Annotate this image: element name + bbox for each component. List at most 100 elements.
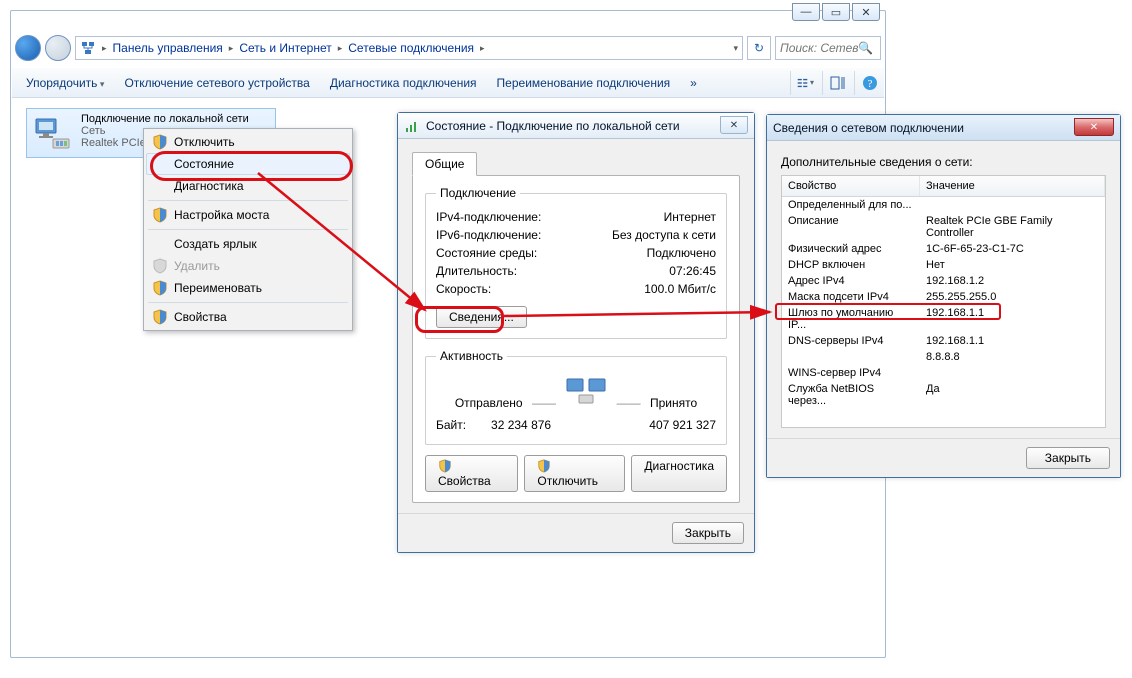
speed-label: Скорость: [436,282,491,296]
table-row[interactable]: Определенный для по... [782,197,1105,213]
value-cell: 255.255.255.0 [920,290,1105,304]
close-button[interactable]: Закрыть [1026,447,1110,469]
close-button[interactable]: ✕ [852,3,880,21]
property-cell: Физический адрес [782,242,920,256]
menu-rename[interactable]: Переименовать [146,277,350,299]
property-cell [782,350,920,364]
value-cell: Realtek PCIe GBE Family Controller [920,214,1105,240]
header-property: Свойство [782,176,920,196]
menu-delete: Удалить [146,255,350,277]
connection-name: Подключение по локальной сети [81,113,249,125]
properties-button[interactable]: Свойства [425,455,518,492]
status-dialog: Состояние - Подключение по локальной сет… [397,112,755,553]
value-cell [920,366,1105,380]
table-row[interactable]: WINS-сервер IPv4 [782,365,1105,381]
monitors-icon [565,377,607,407]
details-titlebar: Сведения о сетевом подключении ✕ [767,115,1120,141]
menu-shortcut[interactable]: Создать ярлык [146,233,350,255]
table-row[interactable]: DHCP включенНет [782,257,1105,273]
table-row[interactable]: Адрес IPv4192.168.1.2 [782,273,1105,289]
table-row[interactable]: 8.8.8.8 [782,349,1105,365]
chevron-right-icon: ▸ [338,43,343,54]
chevron-right-icon: ▸ [480,43,485,54]
table-row[interactable]: Физический адрес1C-6F-65-23-C1-7C [782,241,1105,257]
duration-value: 07:26:45 [669,264,716,278]
value-cell: 8.8.8.8 [920,350,1105,364]
table-row[interactable]: DNS-серверы IPv4192.168.1.1 [782,333,1105,349]
diagnose-button[interactable]: Диагностика подключения [322,73,485,93]
table-row[interactable]: ОписаниеRealtek PCIe GBE Family Controll… [782,213,1105,241]
bytes-label: Байт: [436,418,466,432]
property-cell: WINS-сервер IPv4 [782,366,920,380]
ipv4-value: Интернет [664,210,716,224]
disable-button[interactable]: Отключить [524,455,625,492]
menu-separator [148,302,348,303]
property-cell: Шлюз по умолчанию IP... [782,306,920,332]
status-title: Состояние - Подключение по локальной сет… [426,119,680,133]
shield-icon [152,207,168,223]
search-input[interactable] [780,41,858,55]
menu-bridge[interactable]: Настройка моста [146,204,350,226]
ipv6-label: IPv6-подключение: [436,228,541,242]
breadcrumb-item[interactable]: Панель управления [113,41,223,55]
shield-icon [152,134,168,150]
details-button[interactable]: Сведения... [436,306,527,328]
menu-disable[interactable]: Отключить [146,131,350,153]
breadcrumb[interactable]: ▸ Панель управления ▸ Сеть и Интернет ▸ … [75,36,743,60]
window-controls: ― ▭ ✕ [792,3,880,21]
view-options-icon[interactable]: ▾ [790,71,814,95]
help-icon[interactable]: ? [854,71,878,95]
breadcrumb-item[interactable]: Сеть и Интернет [239,41,331,55]
search-box[interactable]: 🔍 [775,36,881,60]
breadcrumb-item[interactable]: Сетевые подключения [348,41,474,55]
property-cell: Определенный для по... [782,198,920,212]
close-x-button[interactable]: ✕ [720,116,748,134]
refresh-button[interactable]: ↻ [747,36,771,60]
forward-button[interactable] [45,35,71,61]
minimize-button[interactable]: ― [792,3,820,21]
chevron-right-icon: ▸ [229,43,234,54]
bytes-sent: 32 234 876 [466,418,576,432]
disable-device-button[interactable]: Отключение сетевого устройства [116,73,317,93]
header-value: Значение [920,176,1105,196]
organize-menu[interactable]: Упорядочить [18,73,112,93]
ipv6-value: Без доступа к сети [612,228,716,242]
back-button[interactable] [15,35,41,61]
details-title: Сведения о сетевом подключении [773,121,964,135]
menu-properties[interactable]: Свойства [146,306,350,328]
property-cell: DHCP включен [782,258,920,272]
received-label: Принято [650,396,697,410]
diagnostics-button[interactable]: Диагностика [631,455,727,492]
shield-icon [152,280,168,296]
duration-label: Длительность: [436,264,517,278]
media-value: Подключено [647,246,716,260]
shield-icon [152,309,168,325]
close-x-button[interactable]: ✕ [1074,118,1114,136]
value-cell: 1C-6F-65-23-C1-7C [920,242,1105,256]
value-cell [920,198,1105,212]
bytes-recv: 407 921 327 [606,418,716,432]
maximize-button[interactable]: ▭ [822,3,850,21]
property-cell: DNS-серверы IPv4 [782,334,920,348]
chevron-down-icon[interactable]: ▾ [733,43,738,54]
rename-button[interactable]: Переименование подключения [489,73,679,93]
property-cell: Адрес IPv4 [782,274,920,288]
address-bar: ▸ Панель управления ▸ Сеть и Интернет ▸ … [15,33,881,63]
tab-general[interactable]: Общие [412,152,477,176]
network-icon [80,40,96,56]
table-row[interactable]: Маска подсети IPv4255.255.255.0 [782,289,1105,305]
table-row[interactable]: Служба NetBIOS через...Да [782,381,1105,409]
context-menu: Отключить Состояние Диагностика Настройк… [143,128,353,331]
menu-diagnostics[interactable]: Диагностика [146,175,350,197]
details-table: Свойство Значение Определенный для по...… [781,175,1106,428]
menu-status[interactable]: Состояние [146,153,350,175]
close-button[interactable]: Закрыть [672,522,744,544]
group-connection-label: Подключение [436,186,520,200]
value-cell: Да [920,382,1105,408]
svg-text:?: ? [867,78,872,90]
activity-graphic: Отправлено —— —— Принято [436,377,716,410]
table-row[interactable]: Шлюз по умолчанию IP...192.168.1.1 [782,305,1105,333]
overflow-button[interactable]: » [682,73,705,93]
preview-pane-icon[interactable] [822,71,846,95]
media-label: Состояние среды: [436,246,537,260]
